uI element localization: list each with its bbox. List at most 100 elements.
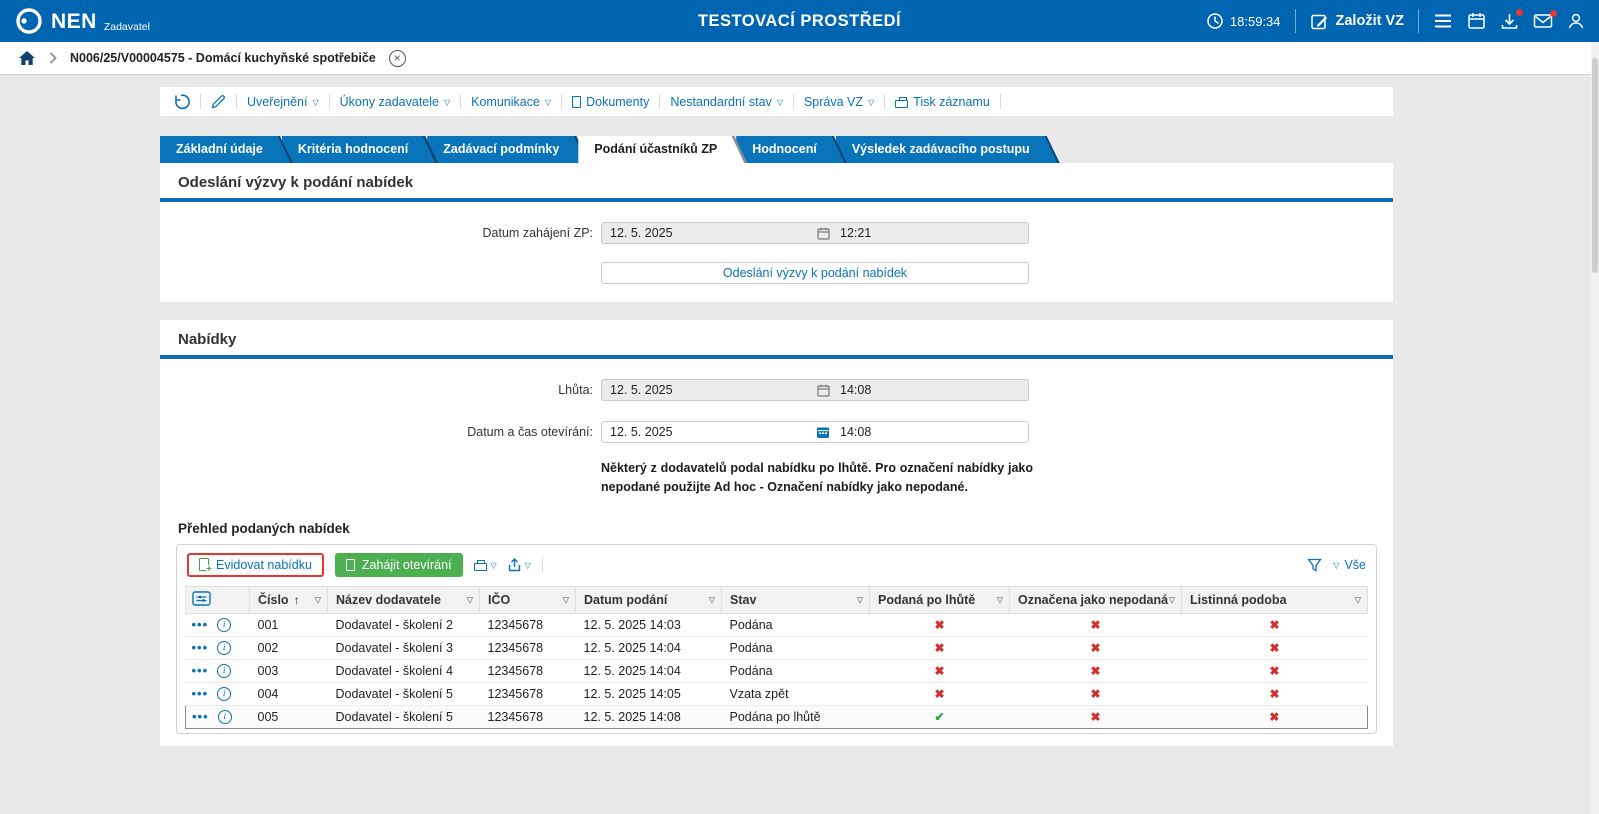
offers-table-block: Evidovat nabídku Zahájit otevírání ▽ (176, 543, 1377, 734)
column-header[interactable]: Označena jako nepodaná ▽ (1009, 585, 1182, 614)
table-row[interactable]: ••• i 003 Dodavatel - školení 4 12345678 12. … (185, 659, 1368, 683)
row-menu-icon[interactable]: ••• (192, 663, 209, 678)
toolbar-link[interactable]: Nestandardní stav ▽ (670, 95, 783, 109)
column-settings-icon (192, 590, 211, 606)
start-datetime-input[interactable]: 12. 5. 2025 12:21 (601, 222, 1029, 244)
chevron-down-icon: ▽ (443, 98, 451, 107)
send-invite-button[interactable]: Odeslání výzvy k podání nabídek (601, 262, 1029, 284)
calendar-icon[interactable] (817, 384, 830, 397)
table-row[interactable]: ••• i 005 Dodavatel - školení 5 12345678 12. … (185, 704, 1368, 729)
filter-icon[interactable]: ▽ (709, 595, 715, 604)
cell-datum: 12. 5. 2025 14:04 (575, 636, 722, 660)
cell-ico: 12345678 (479, 613, 576, 637)
filter-icon[interactable]: ▽ (1355, 595, 1361, 604)
tabs: Základní údaje Kritéria hodnocení Zadávací… (160, 136, 1393, 163)
page-body: Uveřejnění ▽ Úkony zadavatele ▽ Komunikace ▽ D… (0, 87, 1599, 814)
user-button[interactable] (1567, 12, 1585, 30)
tab-4[interactable]: Podání účastníků ZP (578, 136, 747, 163)
filter-funnel-icon[interactable] (1307, 558, 1323, 572)
toolbar-link[interactable]: Komunikace ▽ (471, 95, 551, 109)
date-value[interactable]: 12. 5. 2025 (602, 383, 817, 397)
calendar-icon[interactable] (817, 227, 830, 240)
export-button[interactable]: ▽ (508, 557, 531, 572)
row-menu-icon[interactable]: ••• (192, 617, 209, 632)
close-icon[interactable]: × (388, 49, 406, 67)
cell-cislo: 005 (249, 704, 328, 729)
filter-icon[interactable]: ▽ (857, 595, 863, 604)
scrollbar-thumb[interactable] (1592, 58, 1598, 273)
table-row[interactable]: ••• i 004 Dodavatel - školení 5 12345678 12. … (185, 682, 1368, 706)
date-value[interactable]: 12. 5. 2025 (602, 425, 816, 439)
menu-button[interactable] (1433, 13, 1453, 29)
toolbar-link[interactable]: Úkony zadavatele ▽ (340, 95, 451, 109)
row-menu-icon[interactable]: ••• (192, 709, 209, 724)
column-header[interactable]: Datum podání ▽ (575, 585, 722, 614)
scrollbar[interactable] (1591, 42, 1599, 814)
cross-icon: ✖ (934, 640, 945, 655)
breadcrumb-record[interactable]: N006/25/V00004575 - Domácí kuchyňské spo… (70, 51, 376, 65)
column-header[interactable]: Podaná po lhůtě ▽ (869, 585, 1010, 614)
tab-6[interactable]: Výsledek zadávacího postupu (836, 136, 1060, 163)
calendar-button[interactable] (1467, 12, 1486, 30)
invite-section: Odeslání výzvy k podání nabídek Datum za… (160, 163, 1393, 302)
field-label: Lhůta: (558, 383, 593, 397)
table-row[interactable]: ••• i 001 Dodavatel - školení 2 12345678 12. … (185, 613, 1368, 637)
tab-5[interactable]: Hodnocení (736, 136, 847, 163)
column-settings-header[interactable] (185, 585, 250, 614)
calendar-icon[interactable] (816, 425, 830, 439)
menu-icon (1435, 14, 1451, 28)
filter-icon[interactable]: ▽ (467, 595, 473, 604)
info-icon[interactable]: i (217, 617, 232, 632)
history-back-icon[interactable] (172, 93, 190, 111)
chevron-down-icon: ▽ (868, 98, 875, 107)
tab-2[interactable]: Kritéria hodnocení (282, 136, 438, 163)
cross-icon: ✖ (934, 686, 945, 701)
field-label: Datum zahájení ZP: (482, 226, 593, 240)
column-header[interactable]: Číslo ↑ ▽ (249, 585, 328, 614)
date-value[interactable]: 12. 5. 2025 (602, 226, 817, 240)
column-header[interactable]: Stav ▽ (721, 585, 870, 614)
filter-icon[interactable]: ▽ (1169, 595, 1175, 604)
toolbar-link[interactable]: Správa VZ ▽ (804, 95, 874, 109)
tab-1[interactable]: Základní údaje (160, 136, 293, 163)
row-menu-icon[interactable]: ••• (192, 640, 209, 655)
info-icon[interactable]: i (217, 640, 232, 655)
filter-icon[interactable]: ▽ (563, 595, 569, 604)
nen-home-link[interactable]: NEN Zadavatel (14, 6, 150, 36)
column-header[interactable]: Listinná podoba ▽ (1181, 585, 1368, 614)
toolbar-link[interactable]: Dokumenty (572, 95, 649, 109)
edit-record-icon[interactable] (211, 94, 226, 109)
home-icon[interactable] (18, 50, 36, 66)
info-icon[interactable]: i (217, 663, 232, 678)
filter-icon[interactable]: ▽ (315, 595, 321, 604)
info-icon[interactable]: i (217, 709, 232, 724)
messages-button[interactable] (1533, 10, 1557, 29)
tab-3[interactable]: Zadávací podmínky (427, 136, 589, 163)
divider (659, 94, 661, 109)
toolbar-link[interactable]: Uveřejnění ▽ (247, 95, 319, 109)
filter-scope-dropdown[interactable]: ▽ Vše (1333, 558, 1366, 572)
time-value[interactable]: 14:08 (830, 383, 1028, 397)
filter-icon[interactable]: ▽ (997, 595, 1003, 604)
opening-datetime-input[interactable]: 12. 5. 2025 14:08 (601, 421, 1029, 443)
cross-icon: ✖ (1269, 617, 1280, 632)
create-vz-label: Založit VZ (1335, 13, 1404, 29)
downloads-button[interactable] (1500, 9, 1523, 30)
start-opening-button[interactable]: Zahájit otevírání (334, 552, 463, 577)
create-vz-button[interactable]: Založit VZ (1310, 12, 1404, 31)
info-icon[interactable]: i (217, 686, 232, 701)
row-menu-icon[interactable]: ••• (192, 686, 209, 701)
time-value[interactable]: 12:21 (830, 226, 1028, 240)
print-button[interactable]: ▽ (473, 559, 497, 571)
toolbar-link[interactable]: Tisk záznamu (895, 95, 990, 109)
field-label: Datum a čas otevírání: (467, 425, 593, 439)
divider (792, 94, 794, 109)
time-value[interactable]: 14:08 (830, 425, 1028, 439)
cross-icon: ✖ (1269, 709, 1280, 724)
column-header[interactable]: IČO ▽ (479, 585, 576, 614)
deadline-datetime-input[interactable]: 12. 5. 2025 14:08 (601, 379, 1029, 401)
table-row[interactable]: ••• i 002 Dodavatel - školení 3 12345678 12. … (185, 636, 1368, 660)
register-offer-button[interactable]: Evidovat nabídku (187, 552, 324, 577)
column-header[interactable]: Název dodavatele ▽ (327, 585, 480, 614)
